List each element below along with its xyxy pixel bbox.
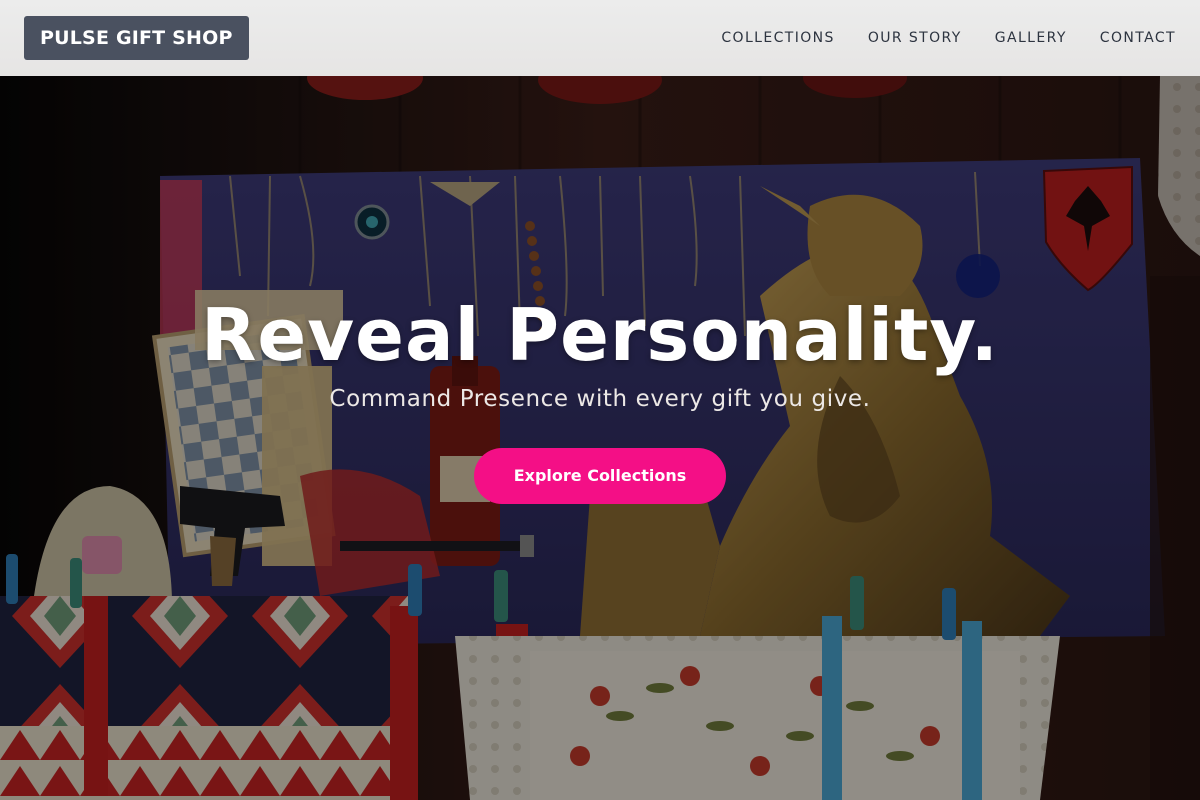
- main-nav: COLLECTIONS OUR STORY GALLERY CONTACT: [721, 0, 1176, 76]
- site-logo[interactable]: PULSE GIFT SHOP: [24, 16, 249, 60]
- landing-page: PULSE GIFT SHOP COLLECTIONS OUR STORY GA…: [0, 0, 1200, 800]
- site-header: PULSE GIFT SHOP COLLECTIONS OUR STORY GA…: [0, 0, 1200, 76]
- nav-link-our-story[interactable]: OUR STORY: [868, 30, 962, 46]
- hero-section: Reveal Personality. Command Presence wit…: [0, 76, 1200, 800]
- nav-link-collections[interactable]: COLLECTIONS: [721, 30, 834, 46]
- hero-title: Reveal Personality.: [200, 293, 1000, 377]
- explore-collections-button[interactable]: Explore Collections: [474, 448, 726, 504]
- hero-subtitle: Command Presence with every gift you giv…: [329, 386, 871, 412]
- nav-link-gallery[interactable]: GALLERY: [995, 30, 1067, 46]
- hero-content: Reveal Personality. Command Presence wit…: [0, 76, 1200, 800]
- nav-link-contact[interactable]: CONTACT: [1100, 30, 1176, 46]
